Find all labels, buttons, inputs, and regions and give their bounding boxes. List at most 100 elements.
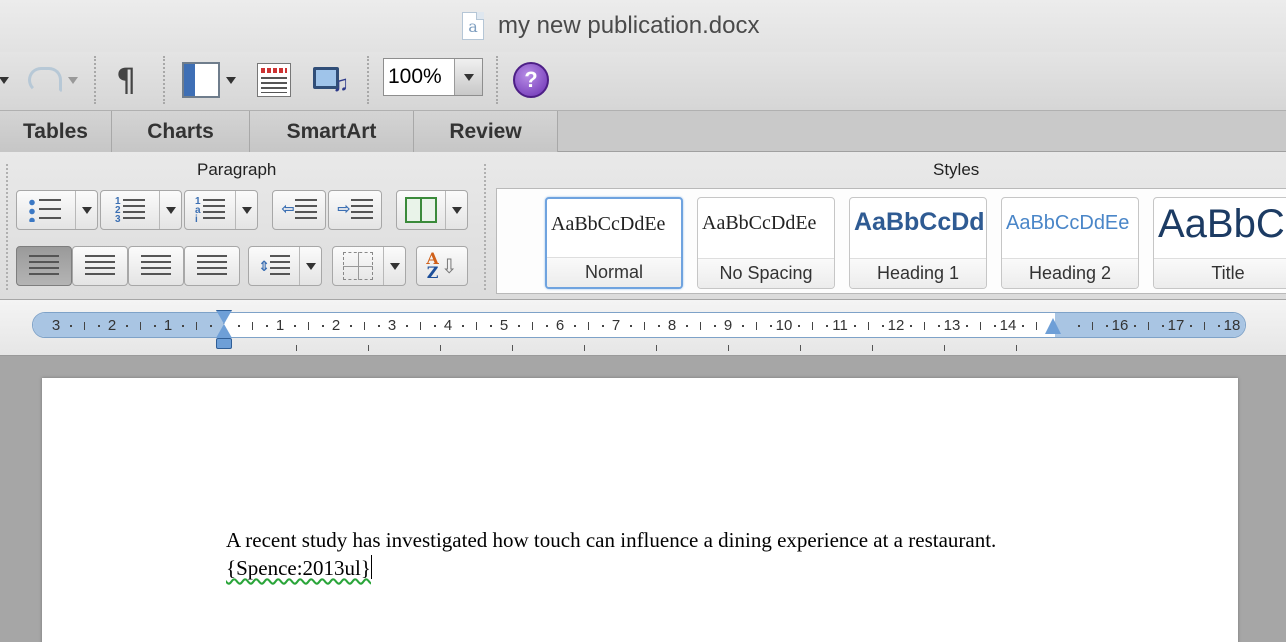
bulleted-list-dropdown[interactable] [75, 191, 97, 229]
film-music-icon: ♫ [311, 61, 351, 99]
align-center-icon [85, 255, 115, 277]
style-title[interactable]: AaBbC Title [1153, 197, 1286, 289]
ruler-tick [210, 325, 212, 327]
tab-stop [800, 345, 801, 351]
multilevel-list-icon: 1ai [195, 196, 225, 224]
hanging-indent-icon [216, 324, 232, 338]
tab-stop [584, 345, 585, 351]
ruler-tick [196, 322, 197, 330]
first-line-indent-icon [216, 310, 232, 324]
columns-dropdown[interactable] [445, 191, 467, 229]
ruler-tick [756, 322, 757, 330]
tab-stop [872, 345, 873, 351]
ruler-tick [1106, 325, 1108, 327]
style-sample: AaBbCcDdEe [1006, 212, 1130, 234]
numbered-list-dropdown[interactable] [159, 191, 181, 229]
tab-stop [1016, 345, 1017, 351]
ruler-tick [924, 322, 925, 330]
ruler-number: 1 [163, 317, 173, 334]
columns-icon [405, 197, 437, 223]
multilevel-list-button[interactable]: 1ai [184, 190, 258, 230]
tab-tables[interactable]: Tables [0, 111, 112, 152]
undo-dropdown-caret[interactable] [0, 60, 9, 100]
borders-button[interactable] [332, 246, 406, 286]
justify-button[interactable] [184, 246, 240, 286]
ruler-number: 3 [387, 317, 397, 334]
show-formatting-button[interactable]: ¶ [106, 60, 146, 100]
align-left-button[interactable] [16, 246, 72, 286]
sidebar-button[interactable] [176, 60, 242, 100]
ruler-tick [854, 325, 856, 327]
ruler-tick [322, 325, 324, 327]
ruler-number: 16 [1111, 317, 1129, 334]
document-page[interactable] [42, 378, 1238, 642]
right-indent-marker[interactable] [1044, 318, 1062, 336]
ruler-tick [686, 325, 688, 327]
columns-button[interactable] [396, 190, 468, 230]
ruler-number: 7 [611, 317, 621, 334]
zoom-select[interactable]: 100% [383, 58, 483, 96]
ruler-tick [462, 325, 464, 327]
tab-charts[interactable]: Charts [112, 111, 250, 152]
decrease-indent-button[interactable]: ⇦ [272, 190, 326, 230]
tab-stop [440, 345, 441, 351]
ruler-tick [658, 325, 660, 327]
tab-stop [656, 345, 657, 351]
toolbar-separator [496, 56, 498, 104]
style-no-spacing[interactable]: AaBbCcDdEe No Spacing [697, 197, 835, 289]
style-heading-2[interactable]: AaBbCcDdEe Heading 2 [1001, 197, 1139, 289]
borders-dropdown[interactable] [383, 247, 405, 285]
ruler-number: 11 [832, 317, 848, 334]
media-button[interactable]: ♫ [309, 60, 353, 100]
increase-indent-button[interactable]: ⇨ [328, 190, 382, 230]
ruler-number: 18 [1223, 317, 1241, 334]
tab-stop [728, 345, 729, 351]
line-spacing-button[interactable]: ⇕ [248, 246, 322, 286]
toolbar-separator [94, 56, 96, 104]
tab-smartart[interactable]: SmartArt [250, 111, 414, 152]
zoom-dropdown-button[interactable] [454, 59, 482, 95]
multilevel-list-dropdown[interactable] [235, 191, 257, 229]
borders-icon [343, 252, 373, 280]
media-browser-button[interactable] [255, 60, 293, 100]
ruler-tick [140, 322, 141, 330]
ruler-tick [1078, 325, 1080, 327]
numbered-list-button[interactable]: 123 [100, 190, 182, 230]
ruler-number: 2 [331, 317, 341, 334]
style-heading-1[interactable]: AaBbCcDd Heading 1 [849, 197, 987, 289]
ruler-tick [1218, 325, 1220, 327]
text-cursor [370, 555, 372, 579]
line-spacing-dropdown[interactable] [299, 247, 321, 285]
document-paragraph[interactable]: A recent study has investigated how touc… [226, 526, 1086, 582]
ruler-tick [994, 325, 996, 327]
citation-field[interactable]: {Spence:2013ul} [226, 556, 371, 580]
align-center-button[interactable] [72, 246, 128, 286]
sort-button[interactable]: AZ ⇩ [416, 246, 468, 286]
redo-dropdown-caret[interactable] [68, 76, 78, 84]
ruler-number: 17 [1167, 317, 1185, 334]
ruler-tick [476, 322, 477, 330]
pilcrow-icon: ¶ [115, 61, 137, 99]
ruler-tick [182, 325, 184, 327]
style-normal[interactable]: AaBbCcDdEe Normal [545, 197, 683, 289]
tab-review[interactable]: Review [414, 111, 558, 152]
ruler-tick [420, 322, 421, 330]
ruler-tick [70, 325, 72, 327]
window-title-group: a my new publication.docx [462, 10, 759, 42]
paragraph-text: A recent study has investigated how touc… [226, 528, 997, 552]
ruler-number: 10 [775, 317, 793, 334]
redo-button[interactable] [18, 60, 88, 100]
ruler-tick [1204, 322, 1205, 330]
sidebar-dropdown-caret[interactable] [226, 76, 236, 84]
style-sample: AaBbCcDdEe [551, 213, 666, 235]
ruler-tick [826, 325, 828, 327]
justify-icon [197, 255, 227, 277]
style-name: Title [1154, 258, 1286, 288]
ruler-number: 5 [499, 317, 509, 334]
ruler-number: 12 [887, 317, 905, 334]
align-right-button[interactable] [128, 246, 184, 286]
left-indent-marker[interactable] [214, 310, 234, 352]
help-button[interactable]: ? [511, 60, 551, 100]
gallery-icon [257, 63, 291, 97]
bulleted-list-button[interactable] [16, 190, 98, 230]
